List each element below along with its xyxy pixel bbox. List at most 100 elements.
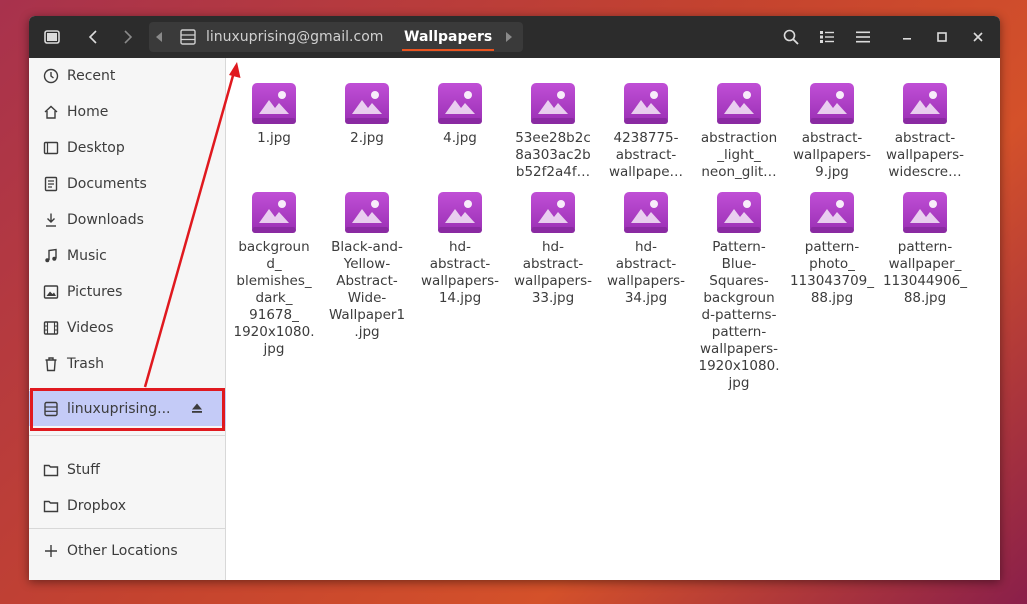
close-button[interactable] bbox=[966, 16, 990, 58]
file-item[interactable]: 4238775- abstract- wallpape… bbox=[603, 82, 689, 181]
eject-icon[interactable] bbox=[191, 402, 203, 418]
file-item[interactable]: hd- abstract- wallpapers- 34.jpg bbox=[603, 191, 689, 307]
sidebar-item-dropbox[interactable]: Dropbox bbox=[29, 488, 226, 524]
sidebar-separator bbox=[29, 528, 226, 529]
file-item[interactable]: abstract- wallpapers- widescre… bbox=[882, 82, 968, 181]
path-item-account[interactable]: linuxuprising@gmail.com bbox=[179, 22, 383, 52]
sidebar-item-music[interactable]: Music bbox=[29, 238, 226, 274]
file-name: 53ee28b2c 8a303ac2b b52f2a4f… bbox=[515, 130, 591, 180]
image-file-icon bbox=[438, 83, 482, 124]
file-item[interactable]: abstraction _light_ neon_glit… bbox=[696, 82, 782, 181]
menu-button[interactable] bbox=[851, 16, 875, 58]
sidebar-item-label: Videos bbox=[67, 320, 114, 336]
image-file-icon bbox=[624, 83, 668, 124]
file-name: Black-and- Yellow- Abstract- Wide- Wallp… bbox=[328, 239, 406, 340]
file-name: abstract- wallpapers- widescre… bbox=[886, 130, 964, 180]
image-file-icon bbox=[903, 192, 947, 233]
sidebar-icon bbox=[44, 30, 60, 44]
file-name: 4.jpg bbox=[443, 130, 477, 146]
sidebar-item-other-locations[interactable]: Other Locations bbox=[29, 533, 226, 569]
path-item-current[interactable]: Wallpapers bbox=[394, 22, 502, 52]
file-item[interactable]: 53ee28b2c 8a303ac2b b52f2a4f… bbox=[510, 82, 596, 181]
sidebar-item-label: Trash bbox=[67, 356, 104, 372]
sidebar-item-label: Desktop bbox=[67, 140, 125, 156]
maximize-icon bbox=[937, 32, 947, 42]
file-item[interactable]: abstract- wallpapers- 9.jpg bbox=[789, 82, 875, 181]
path-scroll-right-button[interactable] bbox=[505, 22, 513, 52]
file-name: hd- abstract- wallpapers- 14.jpg bbox=[421, 239, 499, 306]
folder-icon bbox=[42, 461, 60, 479]
path-item-account-label: linuxuprising@gmail.com bbox=[206, 29, 384, 45]
current-path-underline bbox=[402, 49, 495, 51]
maximize-button[interactable] bbox=[930, 16, 954, 58]
sidebar-item-label: linuxuprising... bbox=[67, 400, 171, 417]
path-item-current-label: Wallpapers bbox=[404, 29, 493, 45]
sidebar-item-stuff[interactable]: Stuff bbox=[29, 452, 226, 488]
sidebar-toggle-button[interactable] bbox=[39, 16, 65, 58]
plus-icon bbox=[42, 542, 60, 560]
file-name: pattern- wallpaper_ 113044906_ 88.jpg bbox=[882, 239, 968, 306]
sidebar-item-downloads[interactable]: Downloads bbox=[29, 202, 226, 238]
pictures-icon bbox=[42, 283, 60, 301]
back-button[interactable] bbox=[81, 16, 105, 58]
sidebar-item-videos[interactable]: Videos bbox=[29, 310, 226, 346]
file-name: 2.jpg bbox=[350, 130, 384, 146]
image-file-icon bbox=[252, 83, 296, 124]
trash-icon bbox=[42, 355, 60, 373]
music-icon bbox=[42, 247, 60, 265]
search-button[interactable] bbox=[779, 16, 803, 58]
file-name: abstraction _light_ neon_glit… bbox=[700, 130, 778, 180]
forward-button[interactable] bbox=[116, 16, 140, 58]
sidebar-item-label: Stuff bbox=[67, 462, 100, 478]
sidebar-item-label: Recent bbox=[67, 68, 116, 84]
image-file-icon bbox=[624, 192, 668, 233]
search-icon bbox=[783, 29, 799, 45]
file-name: 4238775- abstract- wallpape… bbox=[608, 130, 684, 180]
sidebar-item-mount[interactable]: linuxuprising... bbox=[29, 391, 226, 426]
file-item[interactable]: Pattern- Blue- Squares- backgroun d-patt… bbox=[696, 191, 782, 392]
sidebar-item-label: Home bbox=[67, 104, 109, 120]
file-name: Pattern- Blue- Squares- backgroun d-patt… bbox=[698, 239, 780, 391]
file-item[interactable]: hd- abstract- wallpapers- 33.jpg bbox=[510, 191, 596, 307]
sidebar-item-pictures[interactable]: Pictures bbox=[29, 274, 226, 310]
documents-icon bbox=[42, 175, 60, 193]
file-item[interactable]: 4.jpg bbox=[417, 82, 503, 147]
sidebar-item-home[interactable]: Home bbox=[29, 94, 226, 130]
image-file-icon bbox=[810, 83, 854, 124]
image-file-icon bbox=[345, 192, 389, 233]
sidebar-item-desktop[interactable]: Desktop bbox=[29, 130, 226, 166]
desktop-icon bbox=[42, 139, 60, 157]
view-toggle-button[interactable] bbox=[815, 16, 839, 58]
minimize-button[interactable] bbox=[895, 16, 919, 58]
triangle-left-icon bbox=[156, 32, 162, 42]
path-bar: linuxuprising@gmail.com Wallpapers bbox=[149, 22, 523, 52]
file-item[interactable]: backgroun d_ blemishes_ dark_ 91678_ 192… bbox=[231, 191, 317, 358]
sidebar: Recent Home Desktop Documents Downloads … bbox=[29, 58, 226, 580]
file-item[interactable]: pattern- photo_ 113043709_ 88.jpg bbox=[789, 191, 875, 307]
file-item[interactable]: hd- abstract- wallpapers- 14.jpg bbox=[417, 191, 503, 307]
sidebar-item-label: Pictures bbox=[67, 284, 123, 300]
sidebar-separator bbox=[29, 389, 226, 390]
file-name: hd- abstract- wallpapers- 34.jpg bbox=[607, 239, 685, 306]
chevron-right-icon bbox=[124, 30, 133, 44]
image-file-icon bbox=[345, 83, 389, 124]
drive-icon bbox=[42, 400, 60, 418]
file-item[interactable]: Black-and- Yellow- Abstract- Wide- Wallp… bbox=[324, 191, 410, 341]
videos-icon bbox=[42, 319, 60, 337]
hamburger-icon bbox=[856, 31, 870, 43]
header-bar: linuxuprising@gmail.com Wallpapers bbox=[29, 16, 1000, 58]
sidebar-item-trash[interactable]: Trash bbox=[29, 346, 226, 382]
sidebar-item-documents[interactable]: Documents bbox=[29, 166, 226, 202]
path-scroll-left-button[interactable] bbox=[155, 22, 163, 52]
file-item[interactable]: 2.jpg bbox=[324, 82, 410, 147]
sidebar-item-recent[interactable]: Recent bbox=[29, 58, 226, 94]
file-manager-window: linuxuprising@gmail.com Wallpapers Recen… bbox=[29, 16, 1000, 580]
file-item[interactable]: pattern- wallpaper_ 113044906_ 88.jpg bbox=[882, 191, 968, 307]
file-item[interactable]: 1.jpg bbox=[231, 82, 317, 147]
downloads-icon bbox=[42, 211, 60, 229]
sidebar-item-label: Music bbox=[67, 248, 107, 264]
sidebar-item-label: Dropbox bbox=[67, 498, 126, 514]
folder-icon bbox=[42, 497, 60, 515]
image-file-icon bbox=[531, 192, 575, 233]
image-file-icon bbox=[252, 192, 296, 233]
